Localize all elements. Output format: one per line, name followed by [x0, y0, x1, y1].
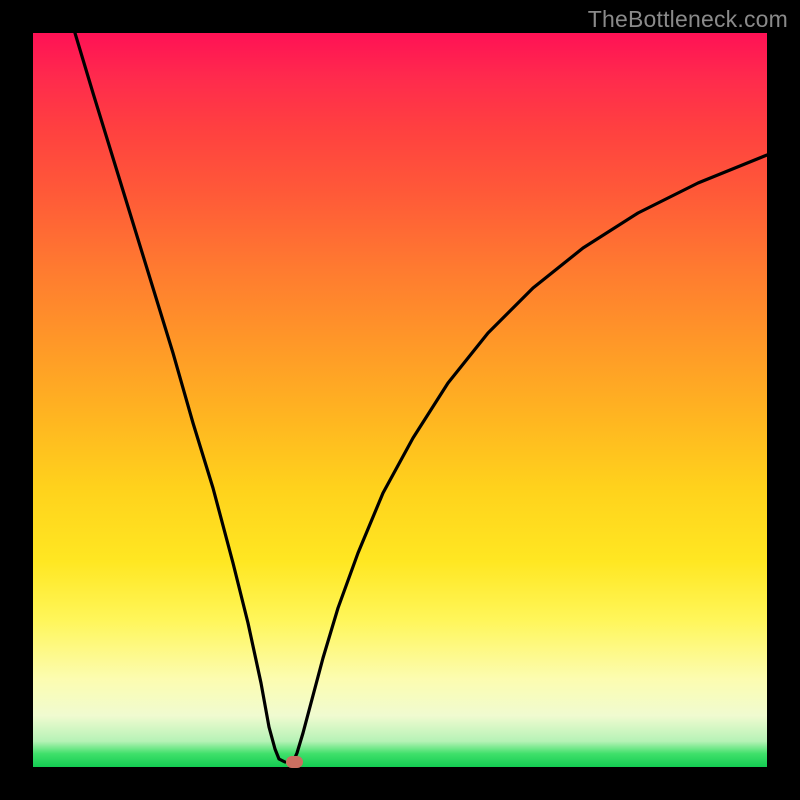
curve-right-branch	[293, 155, 767, 762]
curve-left-branch	[75, 33, 285, 762]
bottleneck-curve	[33, 33, 767, 767]
minimum-marker	[286, 756, 303, 768]
watermark-text: TheBottleneck.com	[588, 6, 788, 33]
plot-area	[33, 33, 767, 767]
chart-stage: TheBottleneck.com	[0, 0, 800, 800]
